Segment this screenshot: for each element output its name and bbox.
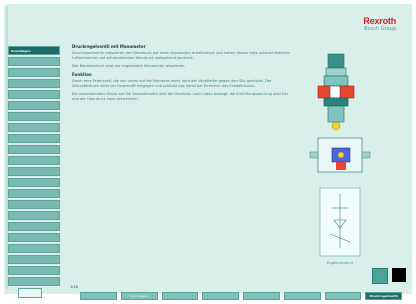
sidebar-item[interactable]	[8, 134, 60, 143]
sidebar-item[interactable]	[8, 145, 60, 154]
bottom-tab[interactable]: Druckregelventil	[365, 292, 402, 300]
sidebar-item[interactable]	[8, 90, 60, 99]
valve-symbol-colored	[309, 137, 371, 173]
valve-diagrams: A B Ergebnismenü	[288, 53, 371, 265]
bottom-tabs: Grundlagen Druckregelventil	[80, 292, 402, 300]
page-indicator: 1/16	[70, 285, 78, 289]
bottom-tab[interactable]	[324, 292, 362, 300]
brand-logo: Rexroth Bosch Group	[336, 16, 396, 32]
valve-cutaway	[317, 53, 355, 131]
bottom-tab[interactable]	[161, 292, 199, 300]
sidebar-item[interactable]	[8, 123, 60, 132]
sidebar-item[interactable]	[8, 189, 60, 198]
sidebar-item[interactable]	[8, 233, 60, 242]
sidebar: Grundlagen	[8, 46, 60, 288]
bottom-tab[interactable]	[243, 292, 280, 300]
sidebar-item[interactable]	[8, 222, 60, 231]
bottom-tab[interactable]: Grundlagen	[120, 292, 158, 300]
sidebar-item[interactable]	[8, 57, 60, 66]
exit-button[interactable]	[392, 268, 406, 282]
sidebar-item[interactable]	[8, 112, 60, 121]
bottom-tab[interactable]	[202, 292, 239, 300]
content-paragraph-3: Durch eine Federkraft, die von unten auf…	[72, 79, 272, 88]
sidebar-item[interactable]	[8, 244, 60, 253]
brand-name: Rexroth	[363, 16, 396, 26]
sidebar-item[interactable]	[8, 266, 60, 275]
content-paragraph-4: Bei zunehmendem Druck auf die Sekundärse…	[72, 92, 288, 101]
sidebar-item[interactable]	[8, 79, 60, 88]
brand-sub: Bosch Group	[364, 26, 396, 32]
sidebar-item[interactable]	[8, 255, 60, 264]
sidebar-item[interactable]	[8, 200, 60, 209]
sidebar-item[interactable]	[8, 178, 60, 187]
content-heading: Druckregelventil mit Manometer	[72, 44, 146, 49]
pneumatic-schematic	[319, 187, 361, 257]
sidebar-item[interactable]: Grundlagen	[8, 46, 60, 55]
main-content: Druckregelventil mit Manometer Druckrege…	[72, 44, 292, 105]
bottom-tab[interactable]	[80, 292, 117, 300]
sidebar-item[interactable]	[8, 277, 60, 286]
next-button[interactable]	[372, 268, 388, 284]
sidebar-item[interactable]	[8, 156, 60, 165]
bottom-tab[interactable]	[283, 292, 321, 300]
diagram-caption: Ergebnismenü	[327, 261, 353, 265]
diagram-panel: A B Ergebnismenü	[288, 52, 400, 282]
content-paragraph-1: Druckregelventile reduzieren den Netzdru…	[72, 51, 291, 60]
app-window: Rexroth Bosch Group Grundlagen Druckrege…	[0, 0, 416, 304]
sidebar-item[interactable]	[8, 211, 60, 220]
sidebar-item[interactable]	[8, 101, 60, 110]
back-button[interactable]	[18, 288, 42, 298]
sidebar-item[interactable]	[8, 68, 60, 77]
content-subheading: Funktion	[72, 72, 92, 77]
content-paragraph-2: Der Betriebsdruck wird am angebauten Man…	[72, 64, 186, 68]
sidebar-item[interactable]	[8, 167, 60, 176]
